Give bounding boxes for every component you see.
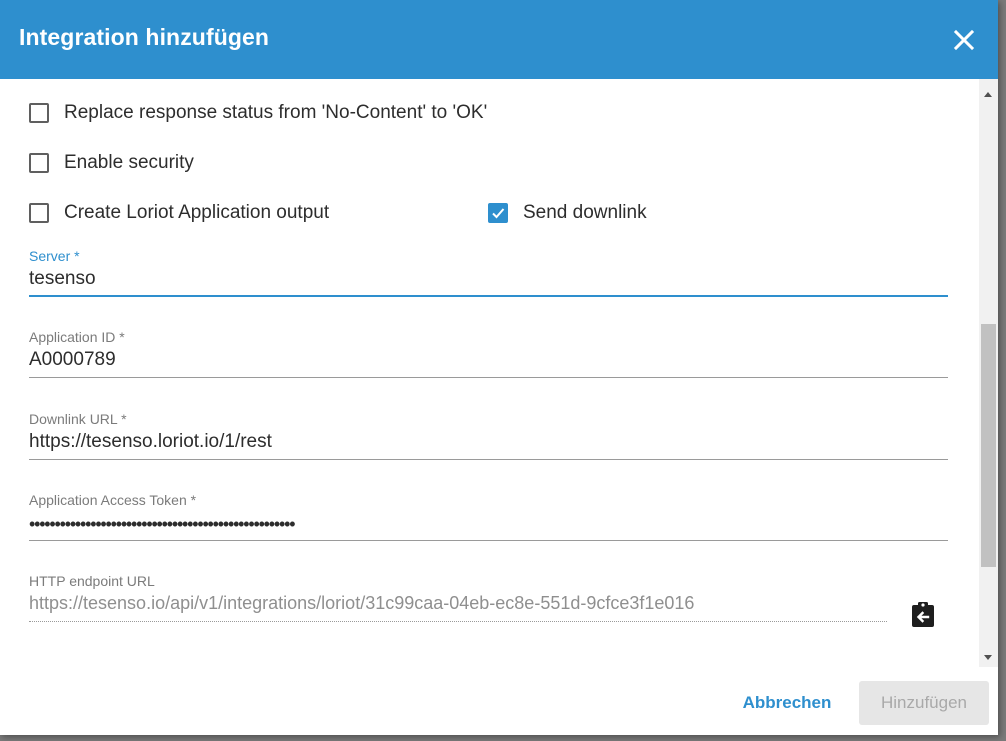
- replace-status-checkbox[interactable]: [29, 103, 49, 123]
- application-id-label: Application ID *: [29, 329, 125, 345]
- add-integration-dialog: Integration hinzufügen Replace response …: [0, 0, 998, 735]
- scroll-down-arrow-icon[interactable]: [984, 655, 992, 660]
- close-icon: [953, 29, 975, 51]
- http-endpoint-underline: [29, 621, 887, 623]
- close-button[interactable]: [946, 22, 982, 58]
- http-endpoint-field: HTTP endpoint URL https://tesenso.io/api…: [29, 573, 948, 629]
- send-downlink-checkbox[interactable]: [488, 203, 508, 223]
- downlink-url-underline: [29, 459, 948, 460]
- downlink-url-label: Downlink URL *: [29, 411, 127, 427]
- enable-security-option[interactable]: Enable security: [29, 152, 194, 174]
- server-label: Server *: [29, 248, 80, 264]
- downlink-url-input[interactable]: https://tesenso.loriot.io/1/rest: [29, 431, 272, 453]
- clipboard-copy-icon: [912, 602, 934, 627]
- replace-status-label: Replace response status from 'No-Content…: [64, 102, 488, 123]
- dialog-content: Replace response status from 'No-Content…: [0, 79, 998, 667]
- http-endpoint-label: HTTP endpoint URL: [29, 573, 155, 589]
- access-token-underline: [29, 540, 948, 541]
- checkmark-icon: [492, 208, 505, 219]
- dialog-header: Integration hinzufügen: [0, 0, 998, 79]
- create-output-option[interactable]: Create Loriot Application output: [29, 202, 329, 224]
- enable-security-checkbox[interactable]: [29, 153, 49, 173]
- dialog-footer: Abbrechen Hinzufügen: [0, 667, 998, 735]
- server-input[interactable]: tesenso: [29, 268, 96, 290]
- scroll-up-arrow-icon[interactable]: [984, 92, 992, 97]
- server-underline: [29, 295, 948, 297]
- access-token-input[interactable]: ••••••••••••••••••••••••••••••••••••••••…: [29, 514, 295, 535]
- create-output-label: Create Loriot Application output: [64, 202, 330, 223]
- application-id-underline: [29, 377, 948, 378]
- create-output-checkbox[interactable]: [29, 203, 49, 223]
- http-endpoint-input: https://tesenso.io/api/v1/integrations/l…: [29, 593, 695, 613]
- send-downlink-label: Send downlink: [523, 202, 647, 223]
- scroll-thumb[interactable]: [981, 324, 996, 567]
- application-id-input[interactable]: A0000789: [29, 349, 116, 371]
- access-token-label: Application Access Token *: [29, 492, 197, 508]
- cancel-button[interactable]: Abbrechen: [735, 681, 839, 725]
- add-button[interactable]: Hinzufügen: [859, 681, 989, 725]
- replace-status-option[interactable]: Replace response status from 'No-Content…: [29, 102, 487, 124]
- dialog-title: Integration hinzufügen: [19, 24, 270, 50]
- access-token-field[interactable]: Application Access Token * •••••••••••••…: [29, 492, 948, 548]
- enable-security-label: Enable security: [64, 152, 194, 173]
- copy-endpoint-button[interactable]: [908, 600, 938, 630]
- send-downlink-option[interactable]: Send downlink: [488, 202, 647, 224]
- content-scrollbar[interactable]: [979, 79, 998, 667]
- downlink-url-field[interactable]: Downlink URL * https://tesenso.loriot.io…: [29, 411, 948, 467]
- server-field[interactable]: Server * tesenso: [29, 248, 948, 304]
- application-id-field[interactable]: Application ID * A0000789: [29, 329, 948, 385]
